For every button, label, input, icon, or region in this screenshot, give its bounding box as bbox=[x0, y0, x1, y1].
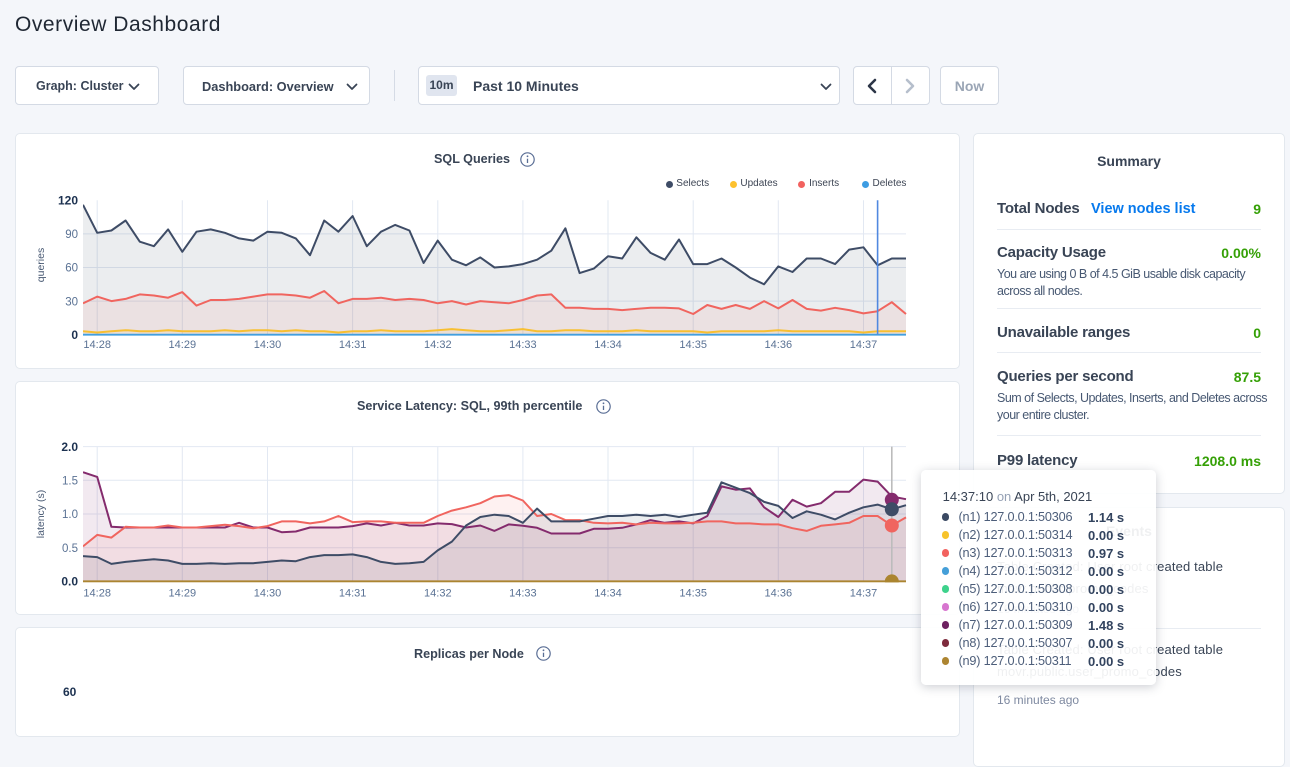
svg-text:14:37: 14:37 bbox=[850, 339, 878, 351]
svg-text:14:33: 14:33 bbox=[509, 587, 537, 599]
svg-text:0: 0 bbox=[71, 327, 78, 341]
svg-text:0.5: 0.5 bbox=[62, 542, 78, 554]
svg-text:14:29: 14:29 bbox=[169, 587, 197, 599]
svg-text:14:32: 14:32 bbox=[424, 587, 452, 599]
svg-text:0.0: 0.0 bbox=[61, 574, 78, 588]
svg-text:14:32: 14:32 bbox=[424, 339, 452, 351]
svg-text:14:30: 14:30 bbox=[254, 339, 282, 351]
svg-text:14:33: 14:33 bbox=[509, 339, 537, 351]
svg-text:14:34: 14:34 bbox=[594, 339, 622, 351]
svg-text:1.0: 1.0 bbox=[62, 509, 78, 521]
svg-text:14:37: 14:37 bbox=[850, 587, 878, 599]
svg-text:120: 120 bbox=[58, 193, 78, 207]
svg-text:30: 30 bbox=[65, 296, 78, 308]
svg-text:14:30: 14:30 bbox=[254, 587, 282, 599]
svg-text:14:36: 14:36 bbox=[765, 587, 793, 599]
svg-text:14:36: 14:36 bbox=[765, 339, 793, 351]
svg-text:90: 90 bbox=[65, 229, 78, 241]
svg-text:14:35: 14:35 bbox=[679, 339, 707, 351]
svg-text:60: 60 bbox=[65, 262, 78, 274]
svg-text:14:31: 14:31 bbox=[339, 339, 367, 351]
svg-text:14:28: 14:28 bbox=[83, 339, 111, 351]
svg-text:14:31: 14:31 bbox=[339, 587, 367, 599]
svg-text:queries: queries bbox=[35, 247, 47, 281]
svg-text:2.0: 2.0 bbox=[61, 439, 78, 453]
svg-text:latency (s): latency (s) bbox=[35, 489, 47, 537]
svg-text:14:28: 14:28 bbox=[83, 587, 111, 599]
svg-text:1.5: 1.5 bbox=[62, 475, 78, 487]
svg-text:14:35: 14:35 bbox=[679, 587, 707, 599]
svg-text:14:34: 14:34 bbox=[594, 587, 622, 599]
svg-text:14:29: 14:29 bbox=[169, 339, 197, 351]
